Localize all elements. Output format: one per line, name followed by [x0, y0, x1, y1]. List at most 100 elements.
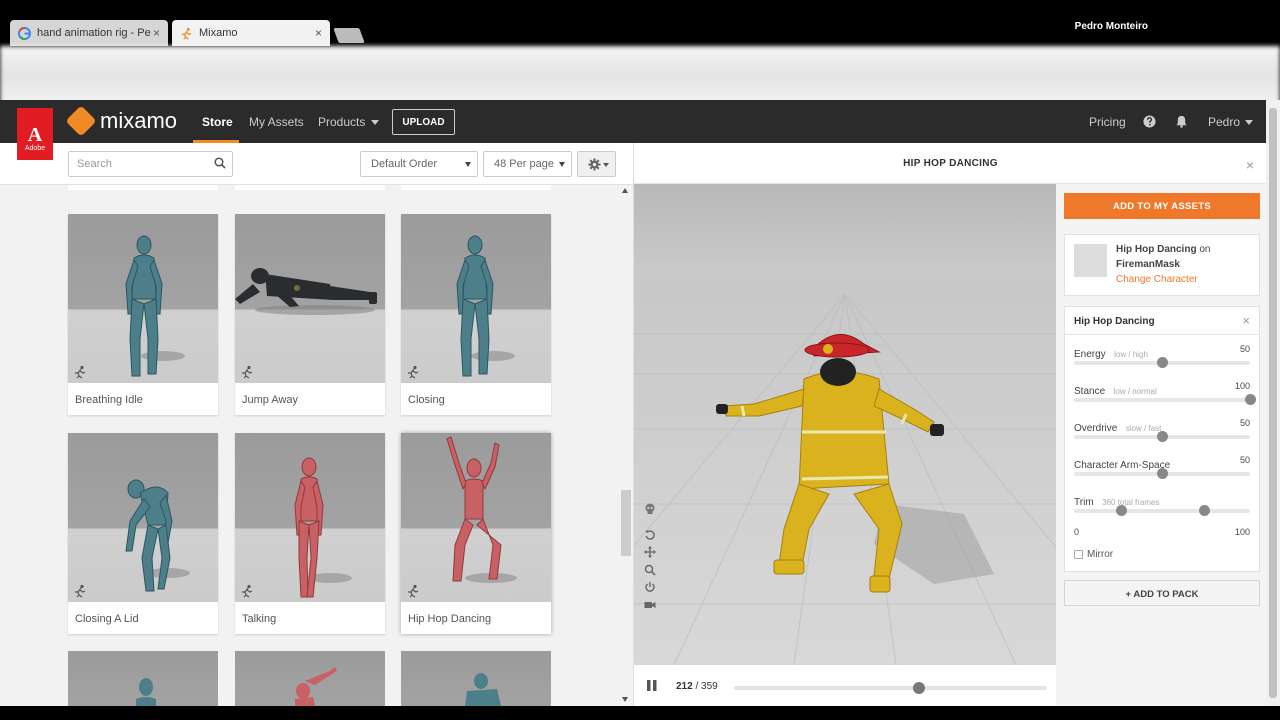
browser-profile-name[interactable]: Pedro Monteiro	[1075, 21, 1148, 32]
param-label: Stance	[1074, 386, 1106, 397]
previous-card-fragment	[235, 185, 385, 190]
animation-card-partial[interactable]	[68, 651, 218, 706]
anim-name: Hip Hop Dancing	[1116, 244, 1197, 255]
screen: hand animation rig - Pe × Mixamo × Pedro…	[0, 0, 1280, 720]
animation-card[interactable]: Closing	[401, 214, 551, 415]
adobe-logo-letter: A	[27, 124, 43, 146]
adobe-logo-label: Adobe	[24, 145, 46, 152]
runner-icon	[408, 584, 419, 598]
help-icon[interactable]	[1143, 115, 1156, 128]
param-slider-knob[interactable]	[1156, 431, 1168, 442]
settings-button[interactable]	[577, 151, 616, 177]
animation-card[interactable]: Closing A Lid	[68, 433, 218, 634]
param-value: 50	[1239, 344, 1250, 354]
nav-store[interactable]: Store	[202, 115, 233, 129]
list-scrollbar[interactable]	[619, 185, 633, 706]
animation-thumbnail	[68, 214, 218, 383]
previous-card-fragment	[401, 185, 551, 190]
blue-mannequin-figure	[125, 479, 190, 592]
soldier-prone-figure	[235, 268, 377, 315]
trim-max: 100	[1234, 527, 1250, 537]
animation-name: Closing A Lid	[75, 613, 139, 625]
frame-counter: 212 / 359	[676, 681, 718, 692]
add-to-my-assets-button[interactable]: ADD TO MY ASSETS	[1064, 193, 1260, 219]
param-slider-knob[interactable]	[1244, 394, 1256, 405]
animation-card-partial[interactable]	[235, 651, 385, 706]
animation-card[interactable]: Breathing Idle	[68, 214, 218, 415]
3d-viewport[interactable]	[634, 184, 1056, 665]
power-icon[interactable]	[644, 581, 656, 593]
search-placeholder: Search	[77, 158, 112, 170]
scroll-up-icon[interactable]	[622, 188, 628, 193]
pause-icon[interactable]	[646, 680, 658, 691]
trim-range-labels: 0 100	[1074, 527, 1250, 537]
param-slider-knob[interactable]	[1156, 468, 1168, 479]
chevron-down-icon	[1245, 120, 1254, 126]
page-scrollbar-thumb[interactable]	[1269, 108, 1277, 698]
param-value: 50	[1239, 418, 1250, 428]
param-label: Character Arm-Space	[1074, 460, 1171, 471]
animation-thumbnail	[401, 433, 551, 602]
param-slider-knob[interactable]	[1156, 357, 1168, 368]
caret-down-icon	[559, 162, 565, 167]
add-to-pack-button[interactable]: + ADD TO PACK	[1064, 580, 1260, 606]
page-scrollbar[interactable]	[1266, 100, 1280, 706]
trim-start-knob[interactable]	[1116, 505, 1128, 516]
animation-card-selected[interactable]: Hip Hop Dancing	[401, 433, 551, 634]
add-to-pack-label: ADD TO PACK	[1133, 589, 1199, 600]
animation-card[interactable]: Talking	[235, 433, 385, 634]
mixamo-logo[interactable]: mixamo	[65, 105, 177, 137]
reset-view-icon[interactable]	[644, 529, 656, 541]
close-icon[interactable]: ×	[1246, 157, 1254, 173]
animation-card-partial[interactable]	[401, 651, 551, 706]
animation-thumbnail	[401, 214, 551, 383]
browser-tab-google[interactable]: hand animation rig - Pe ×	[10, 20, 168, 46]
browser-tab-mixamo[interactable]: Mixamo ×	[172, 20, 330, 46]
order-select-value: Default Order	[371, 158, 438, 170]
chevron-down-icon	[370, 120, 379, 126]
blurred-address-bar	[0, 46, 1280, 106]
animation-name: Jump Away	[242, 394, 299, 406]
list-scrollbar-thumb[interactable]	[621, 490, 631, 556]
adobe-logo[interactable]: A Adobe	[17, 108, 53, 160]
skull-icon[interactable]	[644, 503, 656, 515]
search-input[interactable]: Search	[68, 151, 233, 177]
user-name: Pedro	[1208, 115, 1241, 129]
close-icon[interactable]: ×	[1242, 313, 1250, 328]
mirror-label: Mirror	[1087, 549, 1114, 560]
pricing-link[interactable]: Pricing	[1089, 115, 1126, 129]
trim-end-knob[interactable]	[1198, 505, 1210, 516]
order-select[interactable]: Default Order	[360, 151, 478, 177]
param-slider[interactable]	[1074, 357, 1250, 368]
mirror-option[interactable]: Mirror	[1074, 549, 1113, 560]
mirror-checkbox[interactable]	[1074, 550, 1083, 559]
animation-thumbnail	[235, 433, 385, 602]
param-slider[interactable]	[1074, 431, 1250, 442]
nav-my-assets[interactable]: My Assets	[249, 115, 304, 129]
search-icon[interactable]	[214, 157, 226, 169]
red-mannequin-figure	[295, 667, 337, 706]
animation-card[interactable]: Jump Away	[235, 214, 385, 415]
nav-products[interactable]: Products	[318, 115, 379, 129]
trim-range-slider[interactable]	[1074, 505, 1250, 516]
close-icon[interactable]: ×	[315, 26, 322, 40]
close-icon[interactable]: ×	[153, 26, 160, 40]
params-title: Hip Hop Dancing	[1074, 316, 1155, 327]
pan-icon[interactable]	[644, 546, 656, 558]
animation-on-character: Hip Hop Dancing on	[1116, 244, 1210, 255]
param-slider[interactable]	[1074, 468, 1250, 479]
per-page-select[interactable]: 48 Per page	[483, 151, 572, 177]
scroll-down-icon[interactable]	[622, 697, 628, 702]
upload-button[interactable]: UPLOAD	[392, 109, 455, 135]
screen-bottom-edge	[0, 706, 1280, 720]
zoom-icon[interactable]	[644, 564, 656, 576]
new-tab-button[interactable]	[333, 28, 365, 43]
bell-icon[interactable]	[1175, 115, 1188, 128]
timeline-slider[interactable]	[734, 682, 1047, 694]
param-slider[interactable]	[1074, 394, 1256, 405]
tab-title: hand animation rig - Pe	[37, 27, 151, 39]
user-menu[interactable]: Pedro	[1208, 115, 1254, 129]
camera-icon[interactable]	[644, 599, 656, 611]
timeline-slider-knob[interactable]	[912, 682, 925, 694]
change-character-link[interactable]: Change Character	[1116, 274, 1198, 285]
